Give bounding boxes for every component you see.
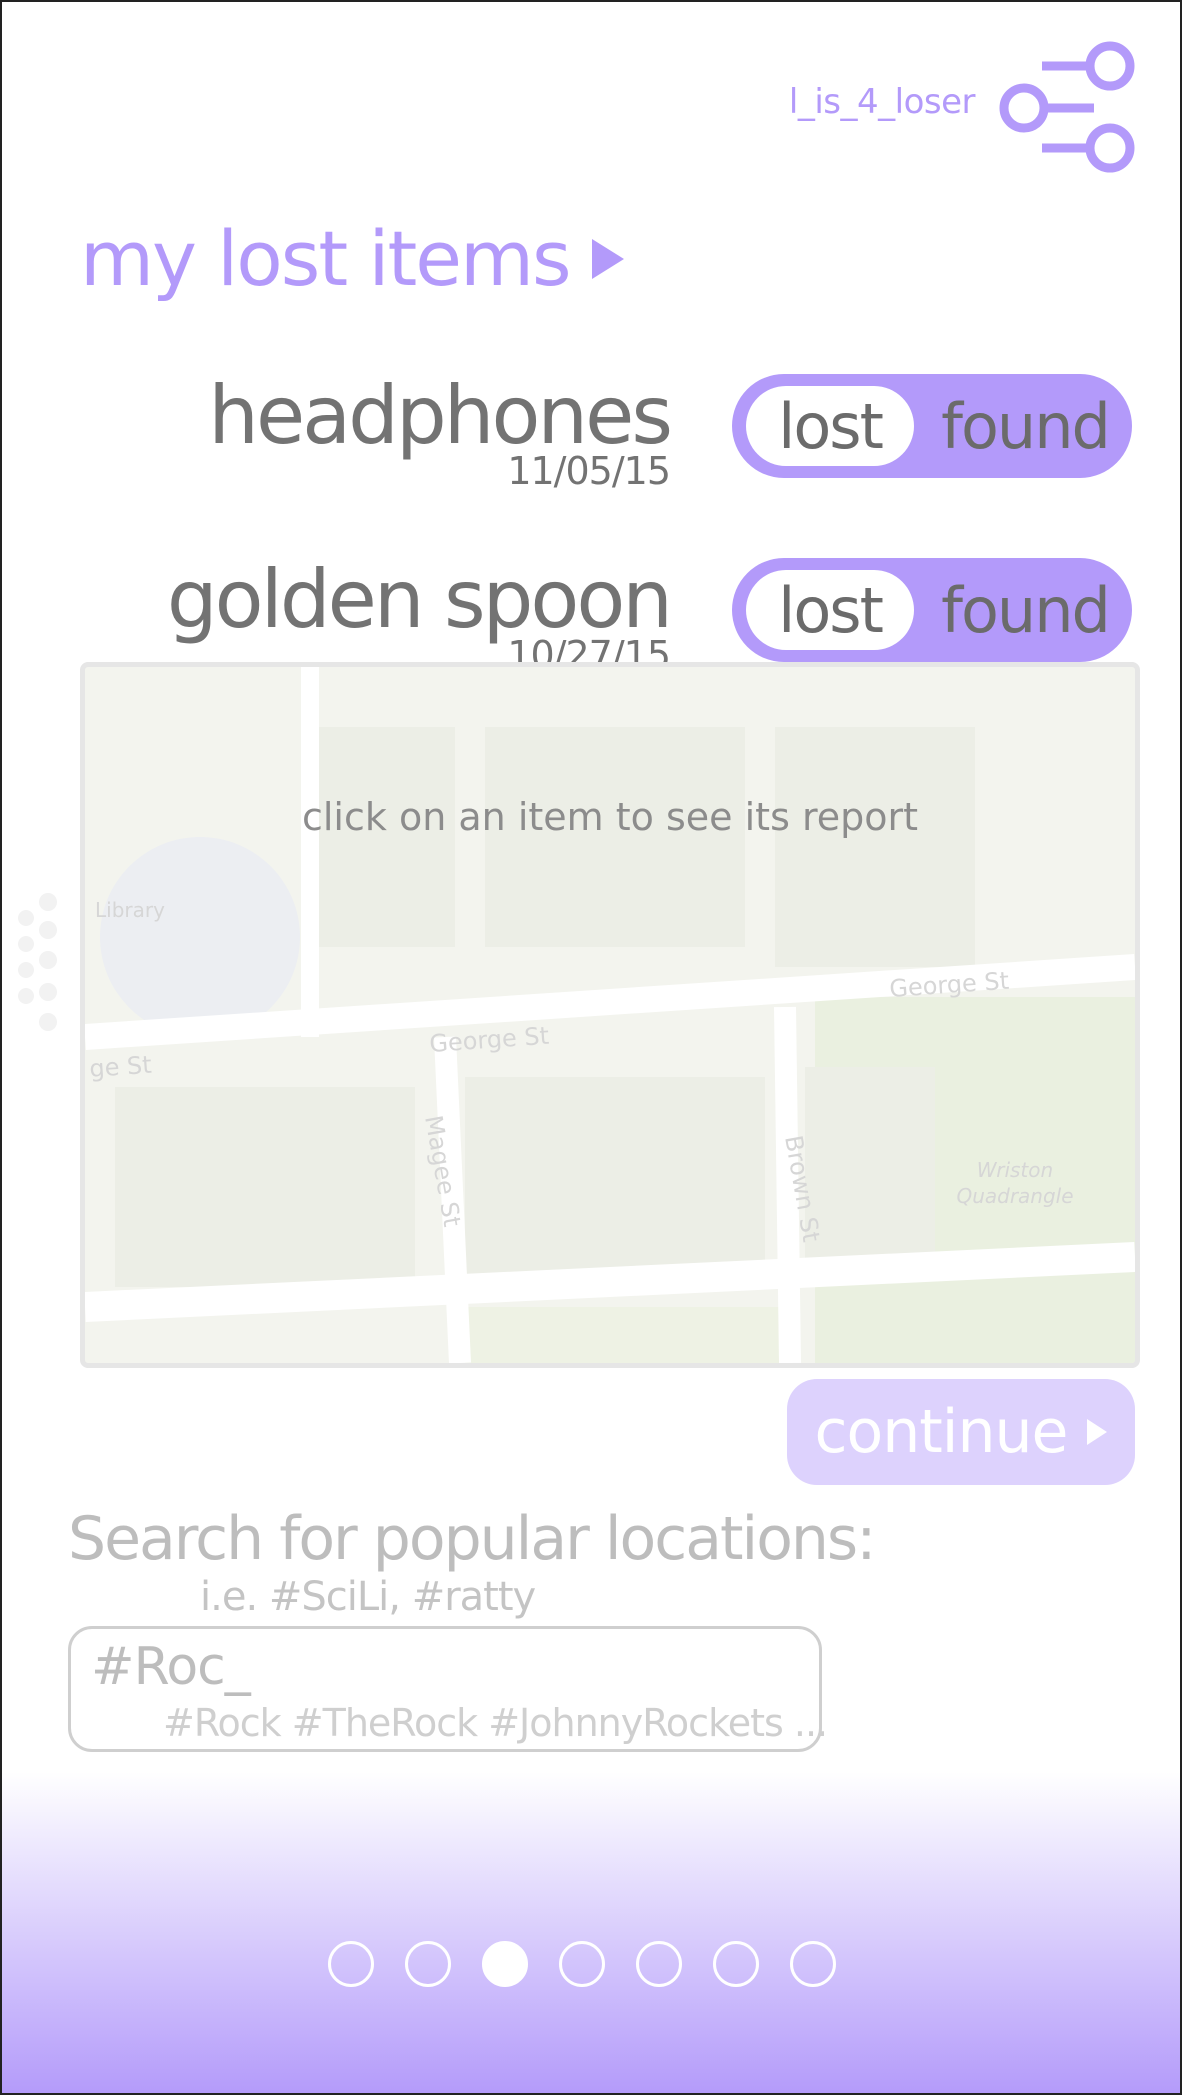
location-search-input[interactable]: #Roc_ #Rock #TheRock #JohnnyRockets ... — [68, 1626, 828, 1752]
map-graphic: George St George St ge St Magee St Brown… — [85, 667, 1135, 1363]
page-dot-7[interactable] — [790, 1941, 836, 1987]
map-label-george-st-left: George St — [428, 1022, 549, 1058]
side-dots-decoration — [18, 893, 57, 1031]
play-arrow-icon — [591, 238, 624, 279]
lost-found-toggle-headphones[interactable]: lost found — [732, 374, 1132, 478]
filter-sliders-icon[interactable] — [992, 38, 1142, 178]
toggle-found-option[interactable]: found — [930, 570, 1120, 650]
page-dot-1[interactable] — [328, 1941, 374, 1987]
page-dot-6[interactable] — [713, 1941, 759, 1987]
search-value: #Roc_ — [91, 1637, 251, 1697]
toggle-lost-option[interactable]: lost — [746, 570, 914, 650]
item-name: golden spoon — [166, 553, 673, 646]
lost-item-golden-spoon[interactable]: golden spoon 10/27/15 — [166, 553, 673, 675]
search-hint: i.e. #SciLi, #ratty — [200, 1574, 536, 1620]
lost-found-toggle-golden-spoon[interactable]: lost found — [732, 558, 1132, 662]
map-label-wriston: Wriston — [977, 1158, 1053, 1182]
map-label-quadrangle: Quadrangle — [956, 1184, 1073, 1208]
search-suggestions[interactable]: #Rock #TheRock #JohnnyRockets ... — [163, 1701, 828, 1745]
username-label[interactable]: l_is_4_loser — [789, 82, 976, 122]
item-name: headphones — [208, 369, 673, 462]
lost-item-headphones[interactable]: headphones 11/05/15 — [208, 369, 673, 491]
map-hint-text: click on an item to see its report — [301, 795, 919, 839]
page-dot-5[interactable] — [636, 1941, 682, 1987]
section-title-text: my lost items — [80, 214, 572, 303]
page-dot-3[interactable] — [482, 1941, 528, 1987]
app-screen: l_is_4_loser my lost items headphones 11… — [0, 0, 1182, 2095]
page-dot-2[interactable] — [405, 1941, 451, 1987]
page-indicator[interactable] — [328, 1941, 836, 1987]
search-label: Search for popular locations: — [68, 1504, 876, 1574]
toggle-lost-option[interactable]: lost — [746, 386, 914, 466]
play-arrow-icon — [1087, 1419, 1108, 1445]
continue-label: continue — [814, 1397, 1069, 1467]
toggle-found-option[interactable]: found — [930, 386, 1120, 466]
map-label-library: Library — [95, 898, 165, 922]
page-dot-4[interactable] — [559, 1941, 605, 1987]
my-lost-items-heading[interactable]: my lost items — [80, 214, 624, 303]
bottom-gradient — [2, 1772, 1180, 2093]
location-map[interactable]: George St George St ge St Magee St Brown… — [80, 662, 1140, 1368]
continue-button[interactable]: continue — [787, 1379, 1135, 1485]
map-label-ge-st: ge St — [88, 1051, 152, 1083]
